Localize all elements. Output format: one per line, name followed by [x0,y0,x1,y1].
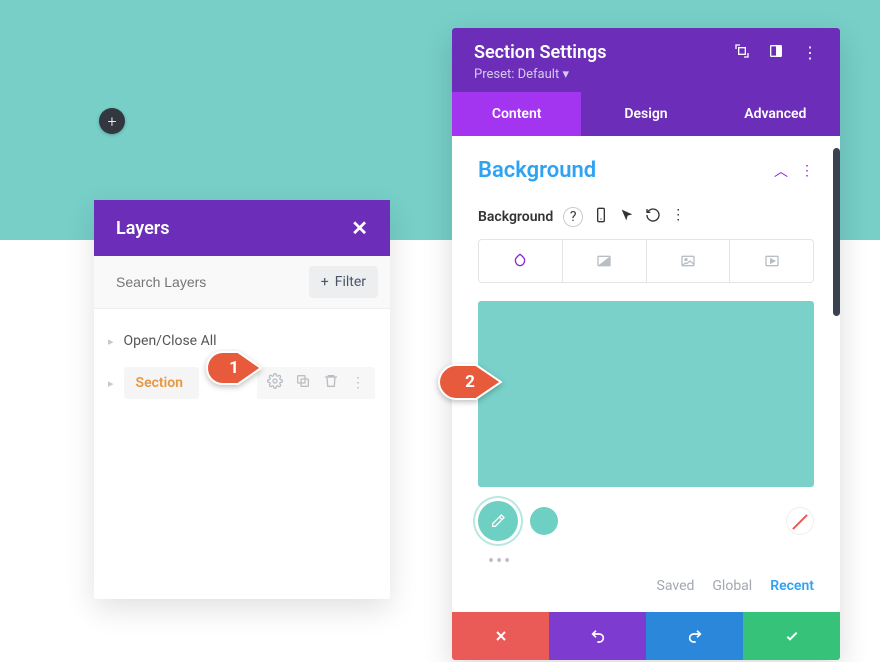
collapse-icon[interactable]: ︿ [774,161,788,181]
preset-label: Preset: Default [474,67,559,82]
settings-header-icons: ⋮ [734,43,818,63]
open-close-all-label: Open/Close All [124,333,217,349]
palette-tab-global[interactable]: Global [712,578,752,594]
tab-advanced[interactable]: Advanced [711,92,840,136]
more-icon[interactable]: ⋮ [800,163,814,179]
redo-button[interactable] [646,612,743,660]
snap-icon[interactable] [768,43,784,63]
annotation-callout-1: 1 [206,351,262,385]
eyedropper-button[interactable] [478,501,518,541]
tab-content-label: Content [492,106,542,122]
section-settings-panel: Section Settings ⋮ Preset: Default ▾ Con… [452,28,840,660]
annotation-number: 2 [465,372,475,392]
cancel-button[interactable] [452,612,549,660]
filter-label: Filter [335,274,366,290]
bg-type-video[interactable] [730,240,813,282]
chevron-down-icon: ▾ [562,67,569,82]
preset-dropdown[interactable]: Preset: Default ▾ [474,67,818,82]
palette-tab-saved[interactable]: Saved [657,578,695,594]
search-layers-input[interactable] [116,274,299,290]
background-heading: Background [478,158,596,183]
color-swatch-row [478,501,814,541]
bg-type-gradient[interactable] [563,240,647,282]
palette-tab-recent[interactable]: Recent [770,578,814,594]
settings-header: Section Settings ⋮ Preset: Default ▾ [452,28,840,92]
background-label: Background [478,209,553,225]
scrollbar[interactable] [833,148,840,316]
gear-icon[interactable] [267,373,283,393]
more-icon[interactable]: ⋮ [671,207,685,227]
layers-title: Layers [116,218,170,239]
layers-search-row: + Filter [94,256,390,309]
tab-advanced-label: Advanced [744,106,806,122]
plus-icon: + [321,274,329,290]
more-icon[interactable]: ⋮ [802,43,818,62]
save-button[interactable] [743,612,840,660]
settings-title: Section Settings [474,42,607,63]
background-type-tabs [478,239,814,283]
background-color-preview[interactable] [478,301,814,487]
layers-header: Layers ✕ [94,200,390,256]
tab-design[interactable]: Design [581,92,710,136]
undo-button[interactable] [549,612,646,660]
section-layer-tools: ⋮ [257,367,375,399]
settings-footer [452,612,840,660]
bg-type-color[interactable] [479,240,563,282]
expand-icon[interactable] [734,43,750,63]
add-section-button[interactable]: + [99,108,125,134]
help-icon[interactable]: ? [563,207,583,227]
transparent-swatch[interactable] [786,507,814,535]
more-icon[interactable]: ⋮ [351,375,365,391]
filter-button[interactable]: + Filter [309,266,378,298]
recent-color-swatch[interactable] [530,507,558,535]
chevron-right-icon[interactable]: ▸ [108,377,114,390]
trash-icon[interactable] [323,373,339,393]
close-icon[interactable]: ✕ [351,216,368,240]
settings-tabs: Content Design Advanced [452,92,840,136]
plus-icon: + [107,112,116,131]
bg-type-image[interactable] [647,240,731,282]
duplicate-icon[interactable] [295,373,311,393]
section-layer-label: Section [136,375,183,391]
settings-body: Background ︿ ⋮ Background ? ⋮ [452,136,840,612]
layers-panel: Layers ✕ + Filter ▸ Open/Close All ▸ Sec… [94,200,390,599]
tab-content[interactable]: Content [452,92,581,136]
chevron-right-icon: ▸ [108,335,114,348]
annotation-number: 1 [229,358,239,378]
section-layer-item[interactable]: Section [124,367,199,399]
reset-icon[interactable] [645,207,661,227]
annotation-callout-2: 2 [438,364,502,400]
hover-icon[interactable] [619,207,635,227]
palette-tabs: Saved Global Recent [478,578,814,594]
background-heading-row: Background ︿ ⋮ [478,158,814,183]
tab-design-label: Design [624,106,667,122]
more-options-icon[interactable]: ••• [488,551,814,572]
phone-icon[interactable] [593,207,609,227]
background-label-row: Background ? ⋮ [478,207,814,227]
